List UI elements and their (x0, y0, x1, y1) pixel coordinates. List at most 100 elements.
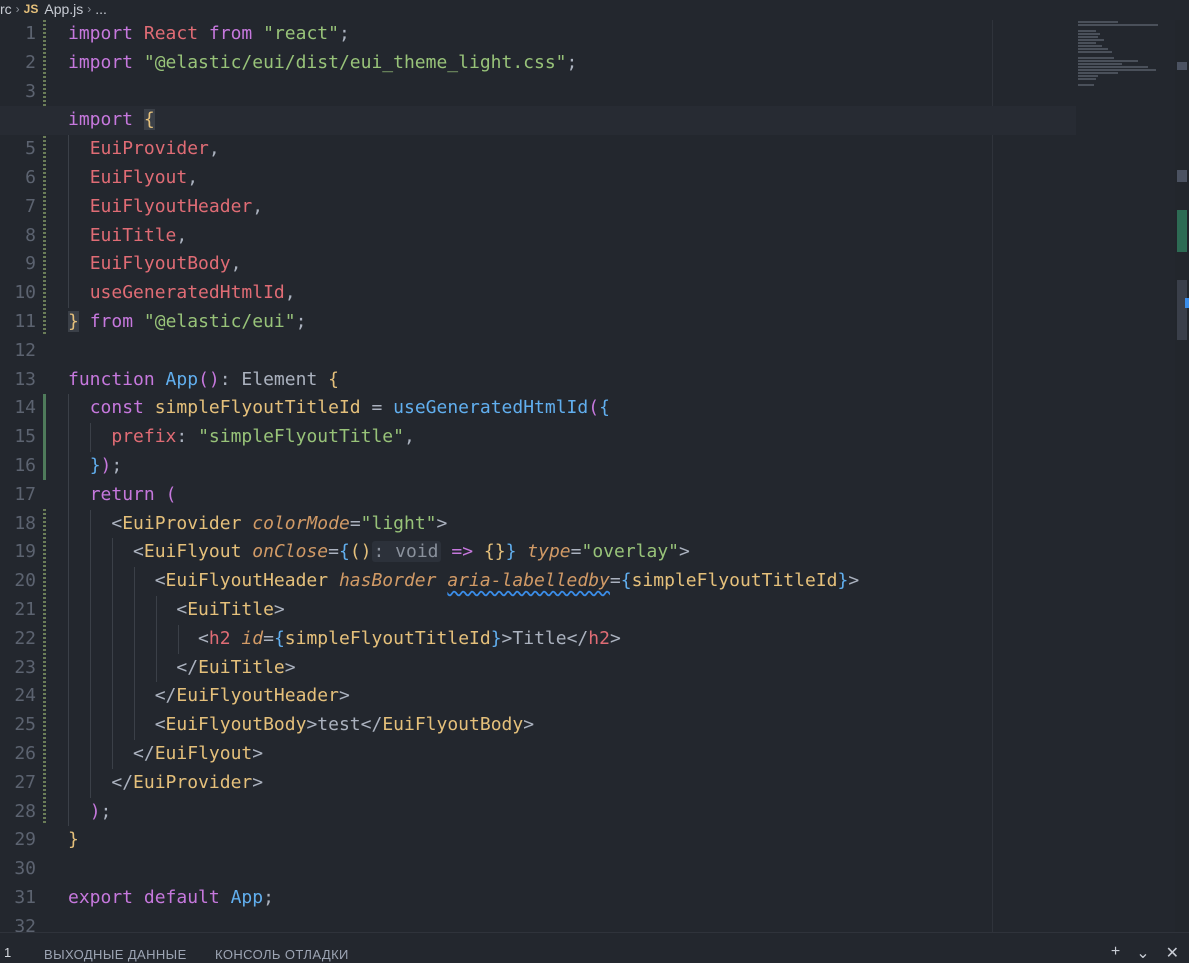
token: EuiTitle (89, 224, 177, 246)
token: } (490, 627, 502, 649)
token: type (527, 541, 571, 563)
breadcrumb-file[interactable]: App.js (44, 1, 83, 17)
token: "@elastic/eui" (143, 310, 296, 332)
token: </ (154, 685, 177, 707)
vertical-scrollbar[interactable] (1175, 20, 1189, 932)
token: EuiFlyoutBody (382, 714, 524, 736)
token-warning[interactable]: aria-labelledby (447, 570, 610, 591)
token: EuiProvider (133, 771, 253, 793)
line-number: 27 (14, 771, 36, 793)
token: EuiProvider (122, 512, 242, 534)
token: simpleFlyoutTitleId (631, 570, 838, 592)
token: = (609, 570, 621, 592)
panel-tab-number[interactable]: 1 (4, 945, 11, 960)
code-line: useGeneratedHtmlId, (68, 279, 988, 308)
line-number: 5 (25, 138, 36, 160)
token: hasBorder (338, 570, 437, 592)
line-number: 18 (14, 512, 36, 534)
token: } (505, 541, 517, 563)
token: {} (483, 541, 506, 563)
chevron-down-icon[interactable]: ⌄ (1136, 943, 1149, 963)
token: ; (100, 800, 112, 822)
code-line: <h2 id={simpleFlyoutTitleId}>Title</h2> (68, 624, 988, 654)
code-line: EuiFlyoutBody, (68, 250, 988, 280)
code-line: import React from "react"; (68, 20, 988, 49)
token: "@elastic/eui/dist/eui_theme_light.css" (143, 51, 567, 73)
token: EuiTitle (198, 656, 285, 678)
line-number: 21 (14, 598, 36, 620)
token: simpleFlyoutTitleId (154, 397, 361, 419)
breadcrumb-folder[interactable]: rc (0, 1, 12, 17)
token: } (68, 310, 79, 332)
token: = (371, 397, 383, 419)
git-modified-indicator[interactable] (43, 20, 46, 164)
token: EuiFlyoutHeader (165, 570, 329, 592)
code-line: EuiFlyoutHeader, (68, 192, 988, 222)
line-number: 30 (14, 858, 36, 880)
token: > (848, 570, 860, 592)
line-number: 17 (14, 483, 36, 505)
code-line: } from "@elastic/eui"; (68, 308, 988, 337)
token: "light" (360, 512, 437, 534)
token: return (89, 483, 155, 505)
code-line: }); (68, 451, 988, 481)
token: < (154, 570, 166, 592)
token: > (252, 771, 264, 793)
code-line: </EuiFlyout> (68, 739, 988, 769)
token: > (284, 656, 296, 678)
chevron-right-icon: › (15, 2, 20, 16)
token: import (68, 109, 134, 131)
token: from (89, 310, 134, 332)
token: function (68, 368, 155, 390)
line-number: 9 (25, 253, 36, 275)
token: from (208, 23, 253, 44)
token: > (273, 598, 285, 620)
token: = (328, 541, 339, 563)
breadcrumb-more[interactable]: ... (95, 1, 107, 17)
token: EuiFlyout (143, 541, 242, 563)
token: > (306, 714, 318, 736)
git-modified-indicator[interactable] (43, 509, 46, 825)
code-line: </EuiProvider> (68, 768, 988, 798)
line-number: 11 (14, 310, 36, 332)
token: { (620, 570, 632, 592)
token: () (198, 368, 220, 390)
line-number: 7 (25, 195, 36, 217)
code-line: EuiFlyout, (68, 163, 988, 193)
add-icon[interactable]: + (1111, 943, 1120, 963)
token: App (230, 886, 264, 908)
token: prefix (111, 426, 177, 448)
line-number: 28 (14, 800, 36, 822)
git-modified-indicator[interactable] (43, 164, 46, 336)
line-number: 2 (25, 51, 36, 73)
code-editor[interactable]: import React from "react"; import "@elas… (0, 20, 1076, 942)
token: const (89, 397, 144, 419)
code-line: prefix: "simpleFlyoutTitle", (68, 423, 988, 452)
code-line: EuiProvider, (68, 135, 988, 164)
token: h2 (588, 627, 610, 649)
token: ) (89, 800, 101, 822)
code-line: export default App; (68, 884, 988, 913)
line-number: 29 (14, 829, 36, 851)
token: < (176, 598, 188, 620)
token: ; (338, 23, 350, 44)
code-line: <EuiProvider colorMode="light"> (68, 509, 988, 539)
token: , (208, 138, 220, 160)
code-line: import "@elastic/eui/dist/eui_theme_ligh… (68, 49, 988, 78)
token: EuiProvider (89, 138, 209, 160)
code-line: <EuiFlyout onClose={(): void => {}} type… (68, 538, 988, 568)
code-line: <EuiTitle> (68, 595, 988, 625)
token: ) (100, 454, 112, 476)
token: </ (566, 627, 589, 649)
token: import (68, 23, 134, 44)
token: < (133, 541, 144, 563)
close-icon[interactable]: ✕ (1166, 943, 1179, 963)
minimap[interactable] (1078, 20, 1174, 90)
line-number: 13 (14, 368, 36, 390)
git-added-indicator[interactable] (43, 394, 46, 480)
line-number: 3 (25, 80, 36, 102)
code-line: <EuiFlyoutBody>test</EuiFlyoutBody> (68, 711, 988, 740)
token: = (263, 627, 274, 649)
token: { (273, 627, 285, 649)
